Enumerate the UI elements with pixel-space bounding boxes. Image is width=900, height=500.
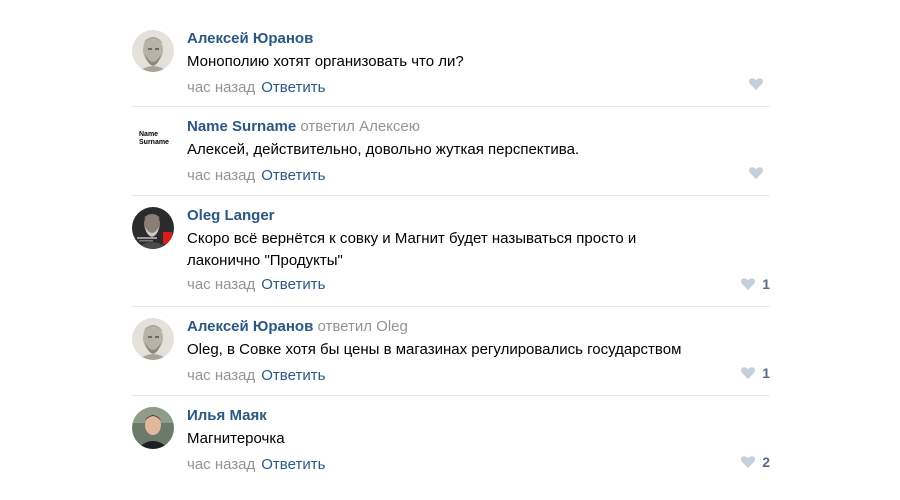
comment-item: Name Surname Name Surname ответил Алексе… [132,107,770,196]
replied-to-link[interactable]: ответил Oleg [317,318,407,335]
reply-button[interactable]: Ответить [261,276,325,293]
comment-body: Oleg Langer Скоро всё вернётся к совку и… [187,206,770,295]
like-count: 2 [762,454,770,470]
comment-text: Oleg, в Совке хотя бы цены в магазинах р… [187,341,682,358]
comment-header: Name Surname ответил Алексею [187,117,770,137]
avatar[interactable] [132,30,174,72]
comment-meta: час назад Ответить [187,166,770,186]
comment-meta: час назад Ответить [187,78,770,98]
avatar[interactable] [132,207,174,249]
comment-header: Oleg Langer [187,206,770,226]
comment-time[interactable]: час назад [187,79,255,96]
comment-header: Алексей Юранов [187,29,770,49]
author-name-link[interactable]: Илья Маяк [187,407,267,424]
reply-button[interactable]: Ответить [261,167,325,184]
comment-item: Алексей Юранов Монополию хотят организов… [132,19,770,107]
like-button[interactable]: 1 [741,274,770,294]
heart-icon [741,367,756,379]
replied-to-link[interactable]: ответил Алексею [300,118,420,135]
avatar-text-line: Name [139,131,159,138]
author-name-link[interactable]: Name Surname [187,118,296,135]
heart-icon [749,78,763,90]
comment-time[interactable]: час назад [187,276,255,293]
heart-icon [741,456,756,468]
comment-item: Oleg Langer Скоро всё вернётся к совку и… [132,196,770,307]
comment-body: Name Surname ответил Алексею Алексей, де… [187,117,770,186]
like-button[interactable]: 2 [741,452,770,472]
avatar[interactable]: Name Surname [132,118,174,160]
text-avatar: Name Surname [132,118,174,160]
comments-list: Алексей Юранов Монополию хотят организов… [132,19,770,484]
comment-meta: час назад Ответить [187,455,770,475]
comment-body: Илья Маяк Магнитерочка час назад Ответить [187,406,770,475]
comment-body: Алексей Юранов Монополию хотят организов… [187,29,770,98]
heart-icon [749,167,763,179]
reply-button[interactable]: Ответить [261,79,325,96]
author-name-link[interactable]: Алексей Юранов [187,30,313,47]
avatar[interactable] [132,318,174,360]
comment-body: Алексей Юранов ответил Oleg Oleg, в Совк… [187,317,770,386]
avatar-text-line: Surname [139,139,169,146]
comment-header: Алексей Юранов ответил Oleg [187,317,770,337]
like-button[interactable]: 1 [741,363,770,383]
reply-button[interactable]: Ответить [261,367,325,384]
author-name-link[interactable]: Oleg Langer [187,207,275,224]
comment-time[interactable]: час назад [187,456,255,473]
avatar[interactable] [132,407,174,449]
like-count: 1 [762,365,770,381]
comment-text: Алексей, действительно, довольно жуткая … [187,141,580,158]
plato-bust-avatar-icon [132,30,174,72]
comment-header: Илья Маяк [187,406,770,426]
author-name-link[interactable]: Алексей Юранов [187,318,313,335]
like-button[interactable] [749,74,770,94]
comment-meta: час назад Ответить [187,275,770,295]
comment-meta: час назад Ответить [187,366,770,386]
comment-text: Скоро всё вернётся к совку и Магнит буде… [187,230,637,269]
comment-time[interactable]: час назад [187,167,255,184]
comment-text: Магнитерочка [187,430,285,447]
photo-avatar-icon [132,207,174,249]
like-button[interactable] [749,163,770,183]
like-count: 1 [762,276,770,292]
plato-bust-avatar-icon [132,318,174,360]
comment-item: Алексей Юранов ответил Oleg Oleg, в Совк… [132,307,770,396]
comment-time[interactable]: час назад [187,367,255,384]
comment-item: Илья Маяк Магнитерочка час назад Ответить… [132,396,770,484]
person-photo-avatar-icon [132,407,174,449]
heart-icon [741,278,756,290]
reply-button[interactable]: Ответить [261,456,325,473]
comment-text: Монополию хотят организовать что ли? [187,53,464,70]
